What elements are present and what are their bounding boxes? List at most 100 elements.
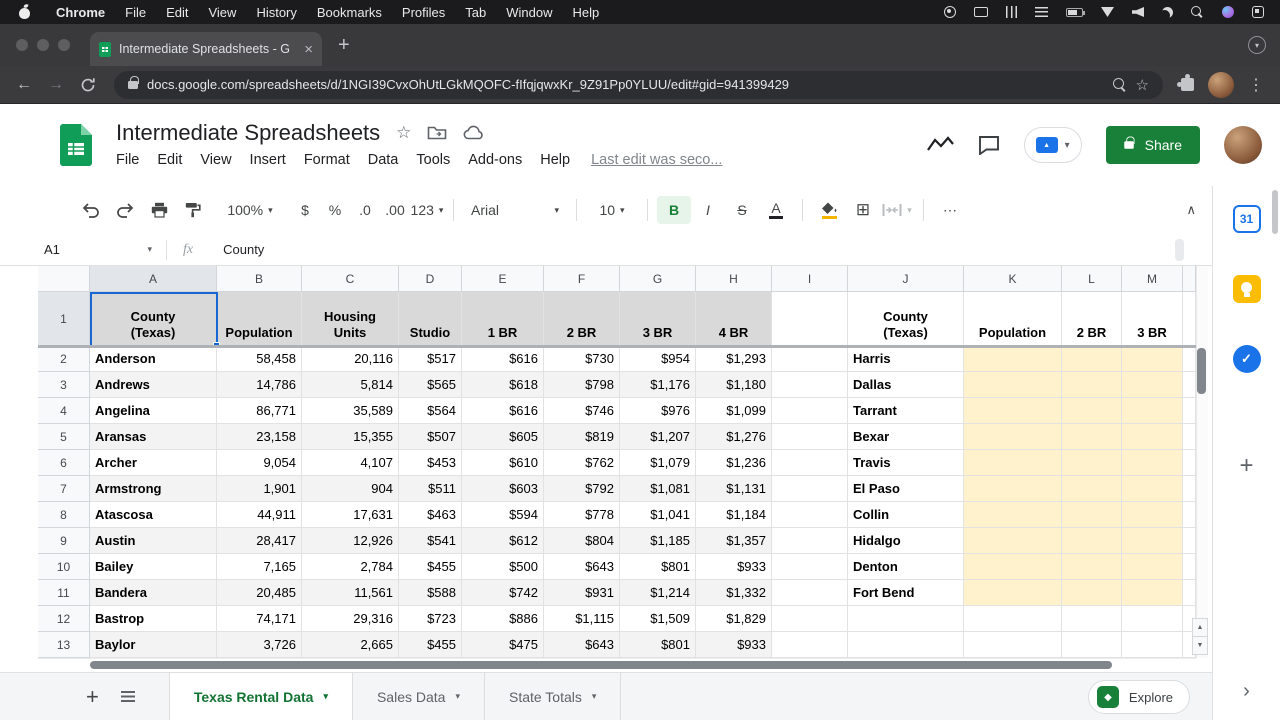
cell-j10[interactable]: Denton xyxy=(848,554,964,580)
cell-b3[interactable]: 14,786 xyxy=(217,372,302,398)
sparkline-history-icon[interactable] xyxy=(926,136,954,154)
cell-m3[interactable] xyxy=(1122,372,1183,398)
cell-j7[interactable]: El Paso xyxy=(848,476,964,502)
cell-b10[interactable]: 7,165 xyxy=(217,554,302,580)
sheet-tab-texas-rental-data[interactable]: Texas Rental Data▾ xyxy=(169,673,353,720)
cell-h4[interactable]: $1,099 xyxy=(696,398,772,424)
cell-j3[interactable]: Dallas xyxy=(848,372,964,398)
cell-m12[interactable] xyxy=(1122,606,1183,632)
cell-a1[interactable]: County (Texas) xyxy=(90,292,217,346)
present-to-meeting-button[interactable]: ▲ ▾ xyxy=(1024,127,1082,163)
cell-e8[interactable]: $594 xyxy=(462,502,544,528)
row-header-2[interactable]: 2 xyxy=(38,346,90,372)
cell-l7[interactable] xyxy=(1062,476,1122,502)
row-header-10[interactable]: 10 xyxy=(38,554,90,580)
cell-k3[interactable] xyxy=(964,372,1062,398)
cell-a5[interactable]: Aransas xyxy=(90,424,217,450)
menu-file[interactable]: File xyxy=(107,150,148,170)
cell-b9[interactable]: 28,417 xyxy=(217,528,302,554)
cell-f11[interactable]: $931 xyxy=(544,580,620,606)
reload-button[interactable] xyxy=(74,71,102,99)
cell-g3[interactable]: $1,176 xyxy=(620,372,696,398)
column-header-b[interactable]: B xyxy=(217,266,302,292)
cell-j1[interactable]: County (Texas) xyxy=(848,292,964,346)
menu-edit[interactable]: Edit xyxy=(148,150,191,170)
menu-tools[interactable]: Tools xyxy=(407,150,459,170)
menu-add-ons[interactable]: Add-ons xyxy=(459,150,531,170)
cell-d4[interactable]: $564 xyxy=(399,398,462,424)
menu-help[interactable]: Help xyxy=(531,150,579,170)
cell-d2[interactable]: $517 xyxy=(399,346,462,372)
cell-c3[interactable]: 5,814 xyxy=(302,372,399,398)
strikethrough-button[interactable]: S xyxy=(725,196,759,224)
browser-menu-icon[interactable]: ⋮ xyxy=(1242,71,1270,99)
scroll-down-button[interactable]: ▼ xyxy=(1192,636,1208,655)
cell-h12[interactable]: $1,829 xyxy=(696,606,772,632)
cell-b4[interactable]: 86,771 xyxy=(217,398,302,424)
cell-c9[interactable]: 12,926 xyxy=(302,528,399,554)
cell-b7[interactable]: 1,901 xyxy=(217,476,302,502)
decrease-decimal-button[interactable]: .0 xyxy=(350,196,380,224)
row-header-5[interactable]: 5 xyxy=(38,424,90,450)
fill-color-button[interactable] xyxy=(812,196,846,224)
cell-g10[interactable]: $801 xyxy=(620,554,696,580)
row-header-3[interactable]: 3 xyxy=(38,372,90,398)
cell-d8[interactable]: $463 xyxy=(399,502,462,528)
cell-g2[interactable]: $954 xyxy=(620,346,696,372)
cell-k2[interactable] xyxy=(964,346,1062,372)
cell-m4[interactable] xyxy=(1122,398,1183,424)
cell-d9[interactable]: $541 xyxy=(399,528,462,554)
column-header-h[interactable]: H xyxy=(696,266,772,292)
forward-button[interactable]: → xyxy=(42,71,70,99)
menubar-item-chrome[interactable]: Chrome xyxy=(46,5,115,20)
grid-vertical-scrollbar-thumb[interactable] xyxy=(1197,348,1206,394)
column-header-f[interactable]: F xyxy=(544,266,620,292)
row-header-13[interactable]: 13 xyxy=(38,632,90,658)
screen-record-icon[interactable] xyxy=(944,6,956,18)
cell-d12[interactable]: $723 xyxy=(399,606,462,632)
display-icon[interactable] xyxy=(974,7,988,17)
cell-g5[interactable]: $1,207 xyxy=(620,424,696,450)
cell-e12[interactable]: $886 xyxy=(462,606,544,632)
apple-menu-icon[interactable] xyxy=(16,4,32,20)
cell-f2[interactable]: $730 xyxy=(544,346,620,372)
cell-e10[interactable]: $500 xyxy=(462,554,544,580)
cell-a3[interactable]: Andrews xyxy=(90,372,217,398)
cell-k8[interactable] xyxy=(964,502,1062,528)
cell-i7[interactable] xyxy=(772,476,848,502)
cell-j4[interactable]: Tarrant xyxy=(848,398,964,424)
column-header-g[interactable]: G xyxy=(620,266,696,292)
cell-c5[interactable]: 15,355 xyxy=(302,424,399,450)
cell-f12[interactable]: $1,115 xyxy=(544,606,620,632)
font-select[interactable]: Arial▾ xyxy=(463,196,567,224)
cloud-status-icon[interactable] xyxy=(463,125,485,141)
cell-m5[interactable] xyxy=(1122,424,1183,450)
cell-j9[interactable]: Hidalgo xyxy=(848,528,964,554)
cell-f6[interactable]: $762 xyxy=(544,450,620,476)
cell-m13[interactable] xyxy=(1122,632,1183,658)
paint-format-button[interactable] xyxy=(176,196,210,224)
row-header-7[interactable]: 7 xyxy=(38,476,90,502)
cell-i4[interactable] xyxy=(772,398,848,424)
sheets-logo[interactable] xyxy=(60,124,92,166)
cell-l3[interactable] xyxy=(1062,372,1122,398)
cell-h2[interactable]: $1,293 xyxy=(696,346,772,372)
sliders-icon[interactable] xyxy=(1006,6,1017,18)
cell-c6[interactable]: 4,107 xyxy=(302,450,399,476)
cell-i12[interactable] xyxy=(772,606,848,632)
keep-icon[interactable] xyxy=(1233,275,1261,303)
cell-e5[interactable]: $605 xyxy=(462,424,544,450)
cell-b1[interactable]: Population xyxy=(217,292,302,346)
menu-data[interactable]: Data xyxy=(359,150,408,170)
cell-e1[interactable]: 1 BR xyxy=(462,292,544,346)
grid-corner[interactable] xyxy=(38,266,90,292)
cell-f4[interactable]: $746 xyxy=(544,398,620,424)
volume-icon[interactable] xyxy=(1132,7,1144,17)
focus-icon[interactable] xyxy=(1162,7,1173,18)
column-header-c[interactable]: C xyxy=(302,266,399,292)
italic-button[interactable]: I xyxy=(691,196,725,224)
battery-icon[interactable] xyxy=(1066,8,1083,17)
column-header-m[interactable]: M xyxy=(1122,266,1183,292)
cell-h13[interactable]: $933 xyxy=(696,632,772,658)
cell-i8[interactable] xyxy=(772,502,848,528)
